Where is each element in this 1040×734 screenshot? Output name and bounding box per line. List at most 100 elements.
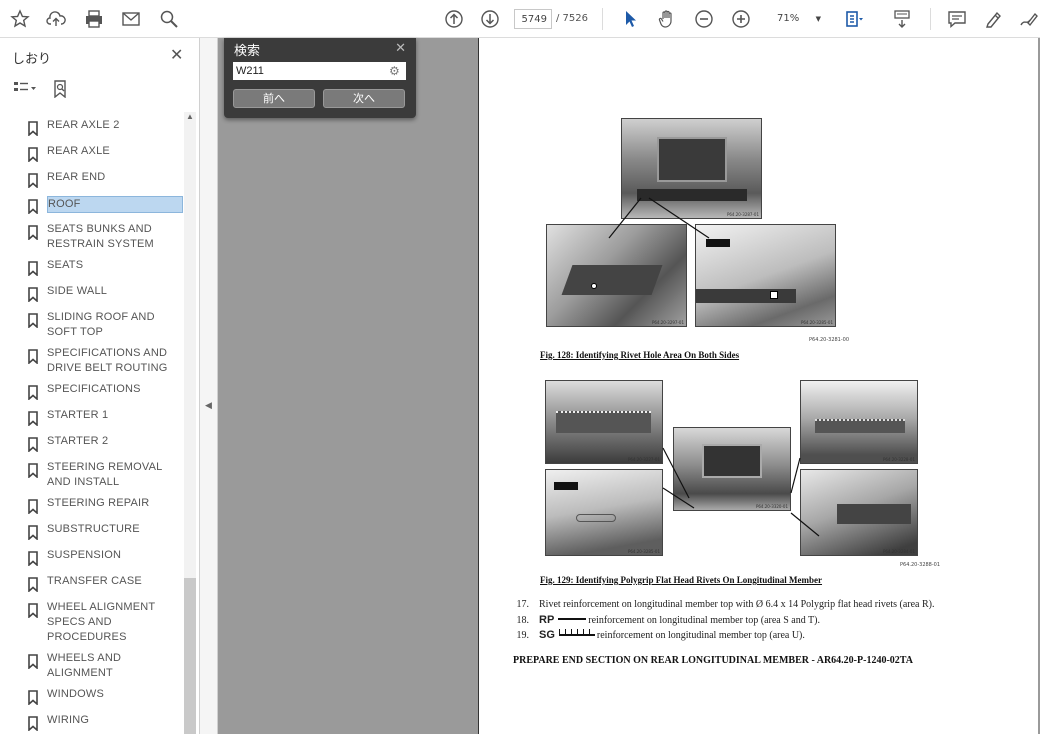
fig129-photo-top-right: P64.20-3228-01 bbox=[800, 380, 918, 464]
find-panel: 検索 ✕ ⚙ 前へ 次へ bbox=[224, 38, 416, 118]
sign-icon[interactable] bbox=[1016, 7, 1040, 31]
zoom-search-icon[interactable] bbox=[157, 7, 181, 31]
bookmark-label: STARTER 1 bbox=[47, 409, 109, 421]
bookmark-icon bbox=[28, 716, 38, 732]
bookmark-label: REAR AXLE bbox=[47, 145, 110, 157]
fig129-photo-top-left: P64.20-3227-01 bbox=[545, 380, 663, 464]
find-panel-title: 検索 bbox=[234, 44, 261, 59]
toolbar-divider bbox=[930, 8, 931, 30]
mail-icon[interactable] bbox=[119, 7, 143, 31]
bookmark-label: SPECIFICATIONS AND DRIVE BELT ROUTING bbox=[47, 347, 168, 374]
bookmark-label: WINDOWS bbox=[47, 688, 105, 700]
bookmarks-list: REAR AXLE 2 REAR AXLE REAR END ROOF SEATS BU… bbox=[22, 118, 184, 734]
bookmark-label: SUSPENSION bbox=[47, 549, 122, 561]
bookmark-item[interactable]: STARTER 2 bbox=[22, 434, 184, 460]
photo-ref-label: P64.20-3227-01 bbox=[627, 457, 660, 462]
step-text: Rivet reinforcement on longitudinal memb… bbox=[539, 599, 935, 610]
bookmark-item[interactable]: SEATS BUNKS AND RESTRAIN SYSTEM bbox=[22, 222, 184, 258]
scrollbar-thumb[interactable] bbox=[184, 578, 196, 734]
procedure-step: 17. Rivet reinforcement on longitudinal m… bbox=[509, 599, 935, 610]
hand-tool-icon[interactable] bbox=[655, 7, 679, 31]
bookmark-item[interactable]: STARTER 1 bbox=[22, 408, 184, 434]
bookmark-label: STEERING REPAIR bbox=[47, 497, 150, 509]
bookmark-label: SPECIFICATIONS bbox=[47, 383, 141, 395]
close-icon[interactable]: ✕ bbox=[395, 40, 406, 56]
print-icon[interactable] bbox=[82, 7, 106, 31]
bookmark-item[interactable]: REAR AXLE bbox=[22, 144, 184, 170]
bookmark-item[interactable]: ROOF bbox=[22, 196, 184, 222]
bookmark-item[interactable]: SLIDING ROOF AND SOFT TOP bbox=[22, 310, 184, 346]
figure-ref-label: P64.20-3288-01 bbox=[900, 562, 941, 568]
bookmark-label: WIRING bbox=[47, 714, 90, 726]
photo-ref-label: P64.20-3297-01 bbox=[651, 320, 684, 325]
zoom-level-select[interactable]: 71% ▼ bbox=[765, 9, 827, 29]
bookmark-label: REAR END bbox=[47, 171, 106, 183]
toolbar-divider bbox=[602, 8, 603, 30]
bookmark-item[interactable]: WHEEL ALIGNMENT SPECS AND PROCEDURES bbox=[22, 600, 184, 651]
bookmark-label: SLIDING ROOF AND SOFT TOP bbox=[47, 311, 155, 338]
procedure-step: 19. SG reinforcement on longitudinal membe… bbox=[509, 629, 805, 641]
close-icon[interactable]: ✕ bbox=[170, 45, 183, 65]
photo-ref-label: P64.20-3228-01 bbox=[882, 457, 915, 462]
find-bookmark-icon[interactable] bbox=[52, 80, 70, 103]
bookmarks-panel-title: しおり bbox=[12, 52, 52, 67]
bookmark-icon bbox=[28, 349, 38, 365]
zoom-level-value: 71% bbox=[777, 13, 800, 24]
bookmark-item[interactable]: SUSPENSION bbox=[22, 548, 184, 574]
bookmark-item[interactable]: STEERING REMOVAL AND INSTALL bbox=[22, 460, 184, 496]
zoom-in-icon[interactable] bbox=[729, 7, 753, 31]
bookmark-label: WHEELS AND ALIGNMENT bbox=[47, 652, 122, 679]
bookmark-label: REAR AXLE 2 bbox=[47, 119, 120, 131]
previous-page-icon[interactable] bbox=[442, 7, 466, 31]
bookmark-icon bbox=[28, 603, 38, 619]
bookmark-label: SIDE WALL bbox=[47, 285, 108, 297]
select-cursor-icon[interactable] bbox=[618, 7, 642, 31]
bookmarks-scrollbar[interactable]: ▲ bbox=[184, 112, 196, 734]
scroll-mode-icon[interactable] bbox=[890, 7, 914, 31]
bookmark-item[interactable]: SEATS bbox=[22, 258, 184, 284]
bookmark-icon bbox=[28, 499, 38, 515]
section-heading: PREPARE END SECTION ON REAR LONGITUDINAL… bbox=[513, 655, 913, 666]
zoom-out-icon[interactable] bbox=[692, 7, 716, 31]
search-input[interactable] bbox=[233, 62, 406, 80]
page-number-input[interactable]: 5749 bbox=[514, 9, 552, 29]
gear-icon[interactable]: ⚙ bbox=[389, 64, 400, 78]
bookmark-icon bbox=[28, 654, 38, 670]
bookmark-item[interactable]: REAR AXLE 2 bbox=[22, 118, 184, 144]
bookmark-item[interactable]: SPECIFICATIONS bbox=[22, 382, 184, 408]
bookmark-item[interactable]: WIRING bbox=[22, 713, 184, 734]
next-page-icon[interactable] bbox=[478, 7, 502, 31]
bookmark-icon bbox=[28, 261, 38, 277]
step-number: 19. bbox=[516, 630, 530, 641]
bookmark-label: SUBSTRUCTURE bbox=[47, 523, 140, 535]
bookmark-item[interactable]: TRANSFER CASE bbox=[22, 574, 184, 600]
photo-ref-label: P64.20-3285-01 bbox=[627, 549, 660, 554]
bookmark-icon bbox=[28, 411, 38, 427]
document-canvas[interactable]: P64.20-3287-01 P64.20-3297-01 P64.20-328… bbox=[218, 38, 1040, 734]
upload-cloud-icon[interactable] bbox=[44, 7, 68, 31]
bookmark-icon bbox=[28, 385, 38, 401]
rivet-symbol-label: RP bbox=[539, 614, 555, 626]
highlight-pen-icon[interactable] bbox=[982, 7, 1006, 31]
bookmark-icon bbox=[28, 690, 38, 706]
next-result-button[interactable]: 次へ bbox=[323, 89, 405, 108]
bookmark-item[interactable]: SPECIFICATIONS AND DRIVE BELT ROUTING bbox=[22, 346, 184, 382]
fig129-photo-center: P64.20-3320-01 bbox=[673, 427, 791, 511]
collapse-panel-icon[interactable]: ◀ bbox=[205, 400, 212, 411]
comment-icon[interactable] bbox=[945, 7, 969, 31]
panel-splitter[interactable]: ◀ bbox=[200, 38, 218, 734]
bookmark-item[interactable]: WINDOWS bbox=[22, 687, 184, 713]
previous-result-button[interactable]: 前へ bbox=[233, 89, 315, 108]
bookmark-item[interactable]: WHEELS AND ALIGNMENT bbox=[22, 651, 184, 687]
bookmark-icon bbox=[28, 525, 38, 541]
bookmark-item[interactable]: REAR END bbox=[22, 170, 184, 196]
bookmarks-panel: しおり ✕ REAR AXLE 2 REAR AXLE REAR END ROOF SE… bbox=[0, 38, 200, 734]
page-fit-icon[interactable] bbox=[842, 7, 866, 31]
scroll-up-icon[interactable]: ▲ bbox=[186, 112, 194, 121]
bookmark-icon bbox=[28, 313, 38, 329]
bookmark-options-icon[interactable] bbox=[12, 80, 38, 103]
bookmark-item[interactable]: SIDE WALL bbox=[22, 284, 184, 310]
bookmark-item[interactable]: SUBSTRUCTURE bbox=[22, 522, 184, 548]
star-icon[interactable] bbox=[8, 7, 32, 31]
bookmark-item[interactable]: STEERING REPAIR bbox=[22, 496, 184, 522]
